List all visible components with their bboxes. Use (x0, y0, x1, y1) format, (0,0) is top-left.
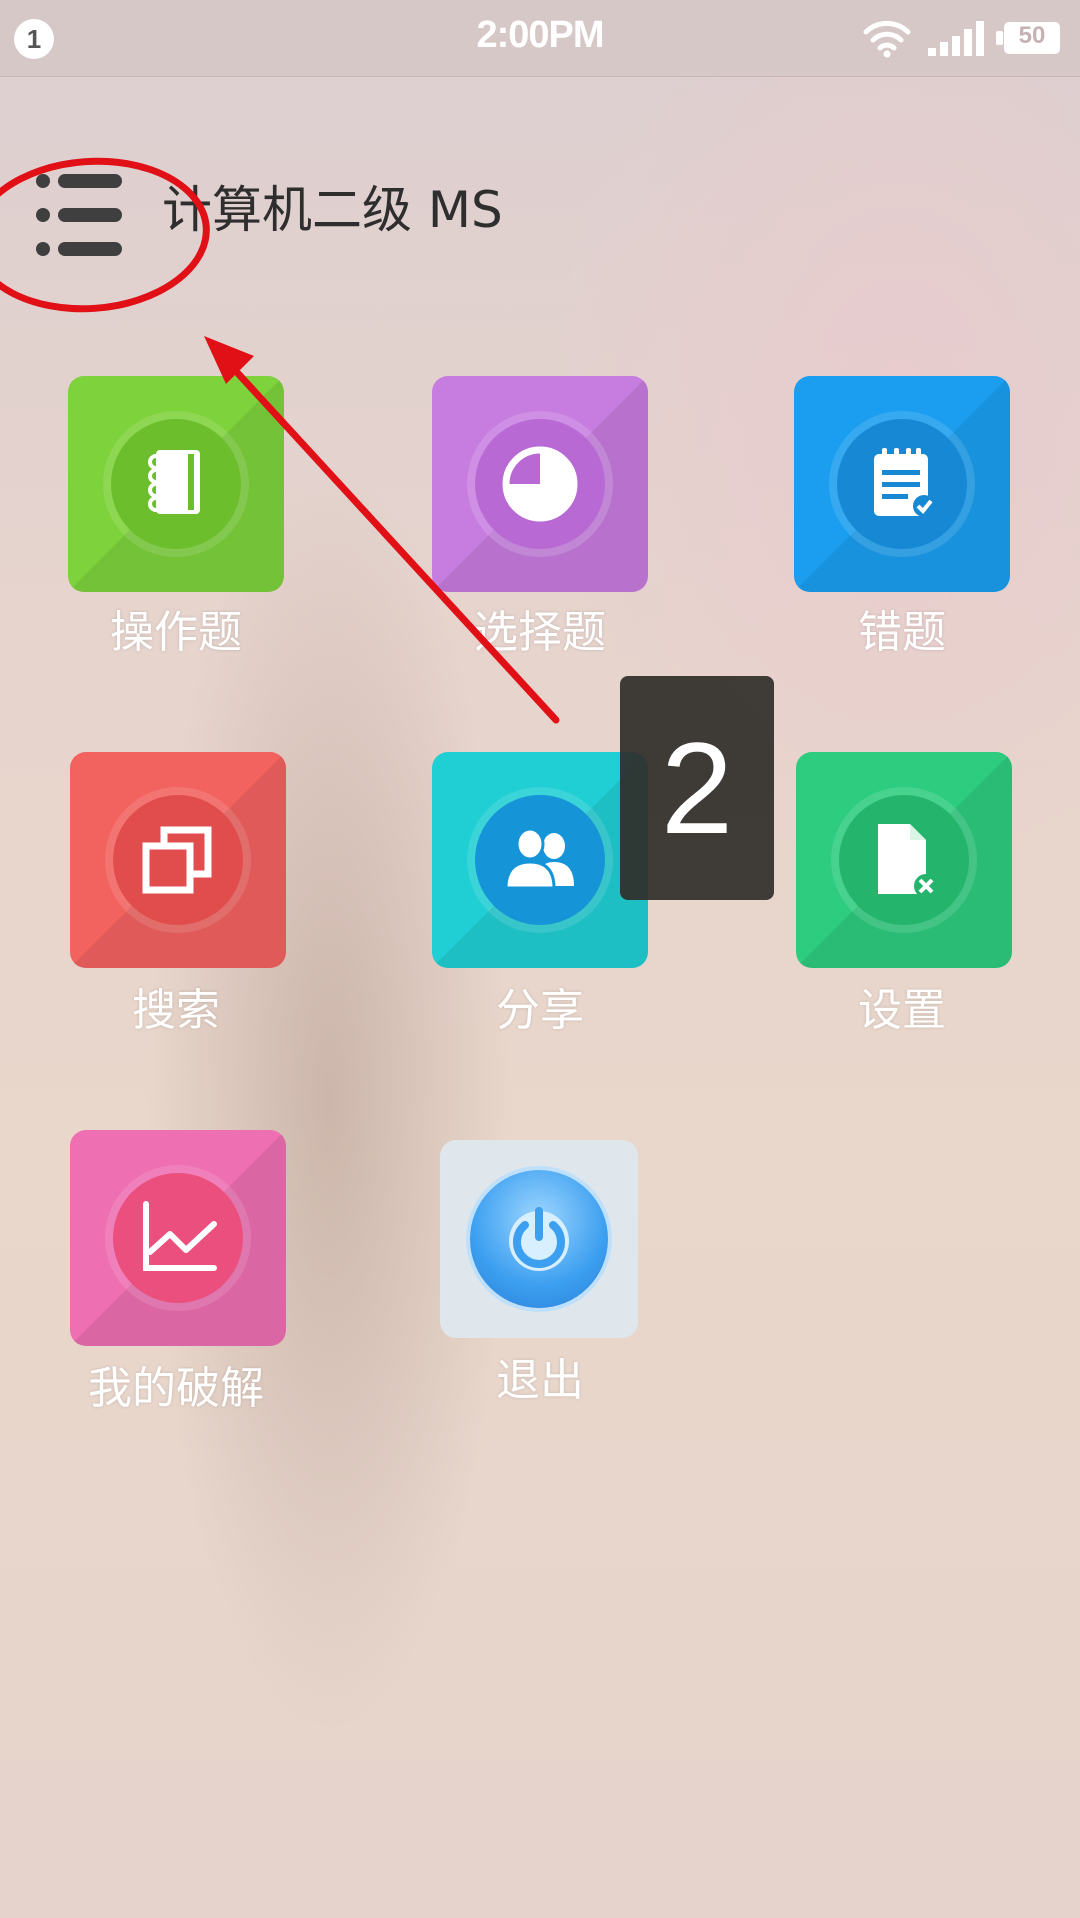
step-number-badge: 2 (620, 676, 774, 900)
annotation-arrow-icon (204, 336, 560, 724)
